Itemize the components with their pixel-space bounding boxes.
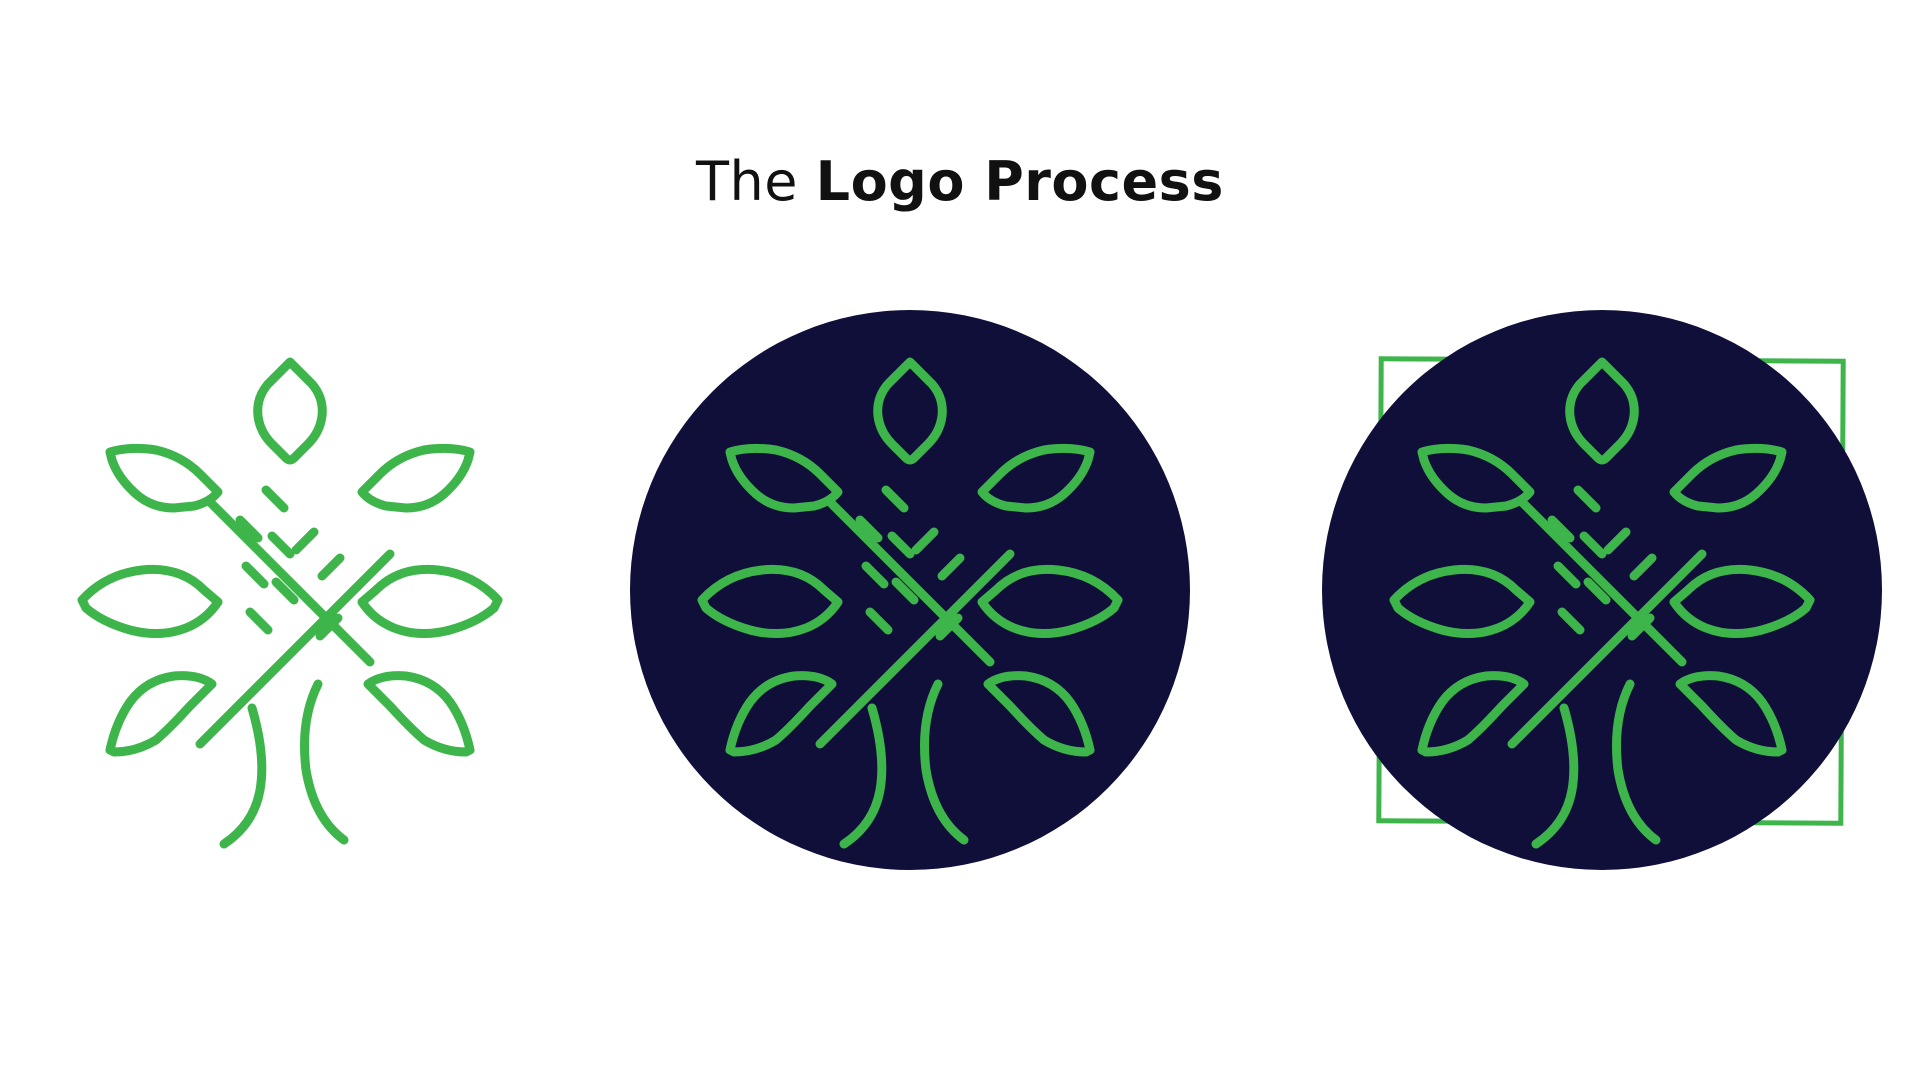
branch-stroke: [241, 561, 269, 589]
branch-stroke: [261, 485, 289, 513]
branch-stroke: [291, 527, 319, 555]
branch-stroke: [317, 553, 345, 581]
branch-stroke: [219, 703, 267, 849]
branch-stroke: [300, 679, 349, 845]
leaf-outline: [105, 671, 217, 757]
page-title: The Logo Process: [0, 150, 1920, 213]
title-prefix: The: [696, 150, 798, 213]
leaf-outline: [357, 564, 503, 638]
logo-process-slide: The Logo Process: [0, 0, 1920, 1080]
leaf-outline: [105, 443, 223, 513]
tree-leaves-icon: [77, 357, 503, 849]
leaf-outline: [253, 357, 327, 465]
branch-stroke: [245, 607, 273, 635]
leaf-outline: [357, 443, 475, 513]
leaf-outline: [77, 564, 223, 638]
branch-stroke: [267, 531, 295, 559]
branch-stroke: [205, 497, 375, 667]
leaf-outline: [363, 671, 475, 757]
logo-circle-variant: [628, 308, 1192, 872]
title-emphasis: Logo Process: [815, 150, 1224, 213]
logo-outline-variant: [77, 350, 503, 849]
logo-frame-variant: [1320, 308, 1884, 872]
